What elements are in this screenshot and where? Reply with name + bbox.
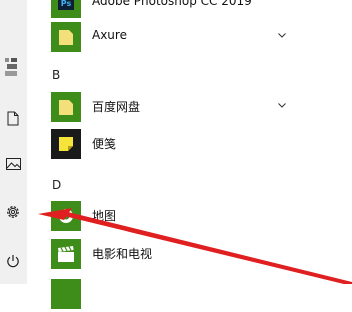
- app-label: Adobe Photoshop CC 2019: [92, 0, 252, 8]
- folder-tile: [51, 92, 81, 122]
- user-avatar-blurred[interactable]: [5, 58, 19, 78]
- app-label: 便笺: [92, 137, 117, 151]
- photoshop-icon: Ps: [58, 0, 74, 10]
- sticky-notes-icon: [59, 137, 73, 151]
- section-letter-b[interactable]: B: [52, 68, 60, 82]
- app-list: Ps Adobe Photoshop CC 2019 Axure B 百度网盘: [27, 0, 352, 309]
- document-icon: [7, 111, 19, 125]
- folder-tile: [51, 22, 81, 52]
- photoshop-tile: Ps: [51, 0, 81, 18]
- app-label: Axure: [92, 28, 127, 42]
- pictures-button[interactable]: [2, 153, 24, 175]
- movies-tv-tile: [51, 239, 81, 269]
- app-label: 地图: [92, 209, 117, 223]
- app-label: 电影和电视: [92, 247, 153, 261]
- app-item-movies-tv[interactable]: 电影和电视: [27, 236, 352, 272]
- gear-icon: [7, 206, 19, 218]
- clapperboard-icon: [58, 246, 74, 262]
- folder-icon: [59, 100, 73, 115]
- app-item-axure[interactable]: Axure: [27, 19, 352, 55]
- app-item-sticky-notes[interactable]: 便笺: [27, 126, 352, 162]
- maps-icon: [59, 209, 73, 223]
- chevron-down-icon[interactable]: [277, 100, 287, 110]
- app-item-maps[interactable]: 地图: [27, 198, 352, 234]
- section-letter-d[interactable]: D: [52, 178, 61, 192]
- power-icon: [7, 255, 19, 268]
- chevron-down-icon[interactable]: [277, 30, 287, 40]
- picture-icon: [5, 158, 21, 170]
- maps-tile: [51, 201, 81, 231]
- app-item-partial[interactable]: [27, 276, 352, 312]
- app-item-photoshop[interactable]: Ps Adobe Photoshop CC 2019: [27, 0, 352, 21]
- app-label: 百度网盘: [92, 100, 141, 114]
- app-item-baidu-netdisk[interactable]: 百度网盘: [27, 89, 352, 125]
- settings-button[interactable]: [2, 201, 24, 223]
- documents-button[interactable]: [2, 107, 24, 129]
- folder-icon: [59, 30, 73, 45]
- power-button[interactable]: [2, 250, 24, 272]
- start-menu-rail: [0, 0, 27, 284]
- sticky-notes-tile: [51, 129, 81, 159]
